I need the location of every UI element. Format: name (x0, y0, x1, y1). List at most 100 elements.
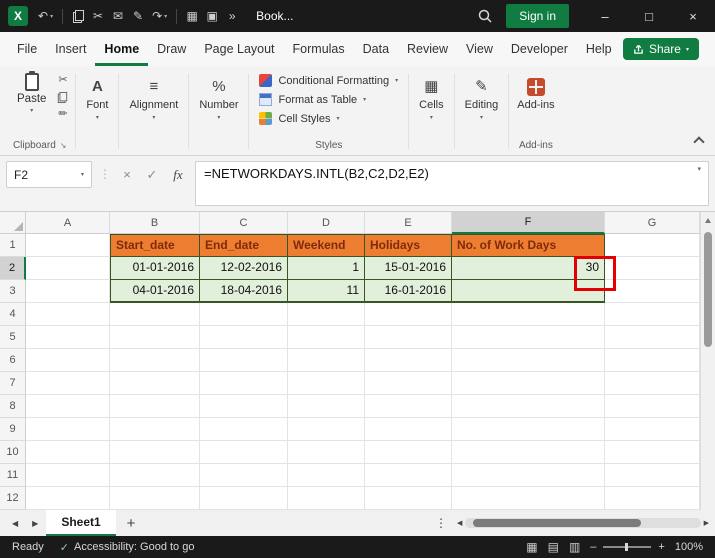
cell-A1[interactable] (26, 234, 110, 257)
horizontal-scrollbar[interactable]: ◀ ▶ (457, 518, 709, 528)
collapse-ribbon-icon[interactable] (693, 136, 705, 148)
grid-icon[interactable]: ▦ (182, 4, 202, 28)
tab-insert[interactable]: Insert (46, 32, 95, 66)
cell-F1[interactable]: No. of Work Days (452, 234, 605, 257)
share-button[interactable]: Share ▾ (622, 38, 699, 60)
cell-B9[interactable] (110, 418, 200, 441)
cell-F6[interactable] (452, 349, 605, 372)
tab-home[interactable]: Home (95, 32, 148, 66)
window-icon[interactable]: ▣ (202, 4, 222, 28)
cell-B7[interactable] (110, 372, 200, 395)
tab-data[interactable]: Data (354, 32, 398, 66)
row-header-9[interactable]: 9 (0, 418, 26, 441)
dialog-launcher-icon[interactable]: ↘ (60, 141, 67, 150)
cell-F12[interactable] (452, 487, 605, 510)
row-header-6[interactable]: 6 (0, 349, 26, 372)
row-header-5[interactable]: 5 (0, 326, 26, 349)
zoom-in-icon[interactable]: + (658, 541, 664, 553)
cell-G4[interactable] (605, 303, 700, 326)
insert-function-icon[interactable]: fx (168, 161, 188, 188)
format-as-table-button[interactable]: Format as Table ▾ (255, 90, 370, 109)
drag-handle-icon[interactable]: ⋮ (99, 161, 111, 188)
column-header-B[interactable]: B (110, 212, 200, 234)
cell-D11[interactable] (288, 464, 365, 487)
cell-E10[interactable] (365, 441, 452, 464)
accessibility-status[interactable]: ✓ Accessibility: Good to go (60, 541, 195, 554)
cell-G3[interactable] (605, 280, 700, 303)
cell-G11[interactable] (605, 464, 700, 487)
cell-E6[interactable] (365, 349, 452, 372)
cell-E4[interactable] (365, 303, 452, 326)
horizontal-scrollbar-thumb[interactable] (473, 519, 642, 527)
cell-E8[interactable] (365, 395, 452, 418)
vertical-scrollbar[interactable] (700, 212, 715, 510)
cell-G8[interactable] (605, 395, 700, 418)
redo-icon[interactable]: ↷ ▾ (148, 4, 171, 28)
column-header-D[interactable]: D (288, 212, 365, 234)
cell-G1[interactable] (605, 234, 700, 257)
cell-E12[interactable] (365, 487, 452, 510)
cell-A6[interactable] (26, 349, 110, 372)
cell-C11[interactable] (200, 464, 288, 487)
cell-E7[interactable] (365, 372, 452, 395)
cell-A9[interactable] (26, 418, 110, 441)
scroll-right-icon[interactable]: ▶ (704, 519, 709, 527)
tab-draw[interactable]: Draw (148, 32, 195, 66)
normal-view-icon[interactable]: ▦ (526, 540, 537, 554)
cell-G5[interactable] (605, 326, 700, 349)
cell-B1[interactable]: Start_date (110, 234, 200, 257)
search-icon[interactable] (464, 9, 506, 23)
cell-G12[interactable] (605, 487, 700, 510)
excel-logo-icon[interactable]: X (8, 6, 28, 26)
cell-E3[interactable]: 16-01-2016 (365, 280, 452, 303)
cell-F8[interactable] (452, 395, 605, 418)
row-header-12[interactable]: 12 (0, 487, 26, 510)
cell-C1[interactable]: End_date (200, 234, 288, 257)
copy-icon[interactable] (68, 4, 88, 28)
more-commands-icon[interactable]: » (222, 4, 242, 28)
cell-E1[interactable]: Holidays (365, 234, 452, 257)
close-button[interactable]: × (671, 0, 715, 32)
cell-F11[interactable] (452, 464, 605, 487)
copy-button[interactable] (57, 91, 68, 104)
tab-help[interactable]: Help (577, 32, 621, 66)
column-header-F[interactable]: F (452, 212, 605, 234)
sign-in-button[interactable]: Sign in (506, 4, 569, 28)
name-box[interactable]: F2 ▾ (6, 161, 92, 188)
cell-B11[interactable] (110, 464, 200, 487)
addins-button[interactable]: Add-ins (517, 70, 555, 111)
scroll-left-icon[interactable]: ◀ (457, 519, 462, 527)
enter-icon[interactable]: ✓ (143, 161, 161, 188)
cell-E2[interactable]: 15-01-2016 (365, 257, 452, 280)
expand-formula-bar-icon[interactable]: ▾ (697, 165, 701, 173)
cell-D4[interactable] (288, 303, 365, 326)
cell-C9[interactable] (200, 418, 288, 441)
column-header-E[interactable]: E (365, 212, 452, 234)
cell-A5[interactable] (26, 326, 110, 349)
row-header-10[interactable]: 10 (0, 441, 26, 464)
cell-A3[interactable] (26, 280, 110, 303)
column-header-G[interactable]: G (605, 212, 700, 234)
zoom-level[interactable]: 100% (675, 541, 703, 553)
cell-F5[interactable] (452, 326, 605, 349)
cell-B4[interactable] (110, 303, 200, 326)
cell-A8[interactable] (26, 395, 110, 418)
cell-E5[interactable] (365, 326, 452, 349)
cell-F2[interactable]: 30 (452, 257, 605, 280)
cell-styles-button[interactable]: Cell Styles ▾ (255, 109, 343, 128)
cell-B2[interactable]: 01-01-2016 (110, 257, 200, 280)
cell-F3[interactable] (452, 280, 605, 303)
tab-view[interactable]: View (457, 32, 502, 66)
cells-group-button[interactable]: ▦ Cells ▾ (409, 68, 453, 155)
editing-group-button[interactable]: ✎ Editing ▾ (455, 68, 509, 155)
tab-formulas[interactable]: Formulas (284, 32, 354, 66)
cell-F4[interactable] (452, 303, 605, 326)
zoom-out-icon[interactable]: – (590, 541, 596, 553)
cell-A12[interactable] (26, 487, 110, 510)
cell-C8[interactable] (200, 395, 288, 418)
zoom-slider[interactable] (603, 543, 652, 551)
cell-B8[interactable] (110, 395, 200, 418)
alignment-group-button[interactable]: ≡ Alignment ▾ (119, 68, 188, 155)
cell-D7[interactable] (288, 372, 365, 395)
cell-D9[interactable] (288, 418, 365, 441)
